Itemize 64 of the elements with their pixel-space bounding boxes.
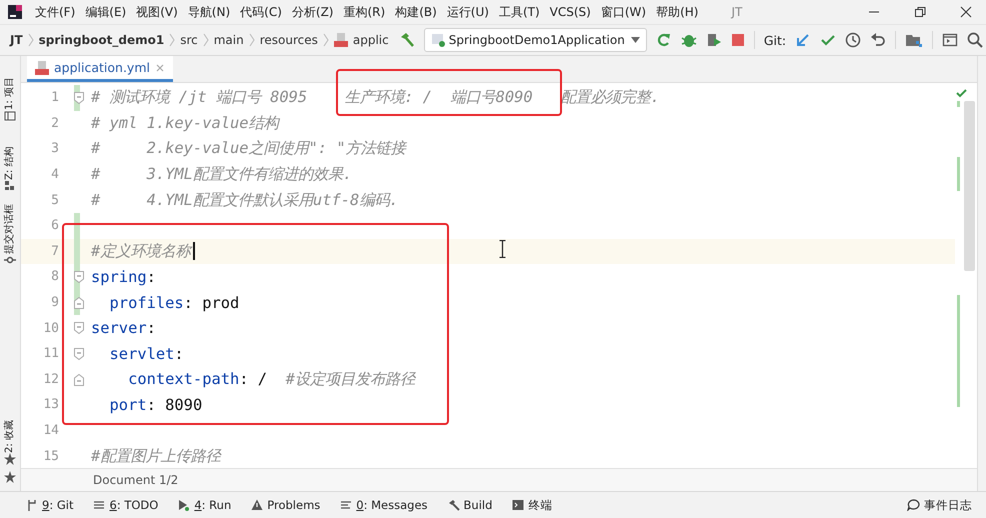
tool-window-button[interactable]: 0: Messages — [340, 498, 428, 512]
line-number: 6 — [50, 218, 59, 234]
code-line: # yml 1.key-value结构 — [91, 112, 279, 134]
breadcrumb[interactable]: resources — [260, 33, 318, 47]
line-number: 12 — [42, 372, 59, 387]
line-number: 10 — [42, 320, 59, 336]
breadcrumb[interactable]: src — [180, 33, 198, 47]
breadcrumb[interactable]: JT — [10, 33, 23, 47]
line-number: 15 — [42, 448, 59, 464]
tool-window-button[interactable]: 终端 — [512, 498, 552, 512]
code-line: # 2.key-value之间使用": "方法链接 — [91, 138, 406, 160]
code-line: # 测试环境 /jt 端口号 8095 生产环境: / 端口号8090 配置必须完整. — [91, 87, 660, 108]
breadcrumb[interactable]: main — [214, 33, 244, 47]
line-number: 2 — [50, 116, 59, 131]
tool-window-tab[interactable]: 1: 项目 — [2, 58, 18, 122]
menu-item[interactable]: 文件(F) — [30, 2, 80, 22]
code-line: # 3.YML配置文件有缩进的效果. — [91, 164, 352, 186]
git-label: Git: — [764, 32, 786, 48]
code-line: spring: — [91, 268, 156, 286]
breadcrumb[interactable]: applic — [352, 33, 389, 47]
code-line: context-path: / #设定项目发布路径 — [127, 368, 415, 390]
file-tab[interactable]: application.yml — [27, 56, 173, 82]
menu-item[interactable]: 构建(B) — [390, 2, 442, 22]
code-line: #配置图片上传路径 — [91, 446, 220, 467]
menu-item[interactable]: 帮助(H) — [651, 2, 704, 22]
line-number: 7 — [50, 244, 59, 259]
status-text: Document 1/2 — [93, 473, 178, 487]
line-number: 14 — [42, 423, 59, 438]
line-number: 3 — [50, 141, 59, 156]
line-number: 1 — [50, 90, 59, 106]
tool-window-tab[interactable]: 提交对话框 — [2, 198, 18, 266]
tool-window-button[interactable]: Problems — [251, 498, 320, 512]
line-number: 8 — [50, 269, 59, 284]
menu-item[interactable]: 分析(Z) — [286, 2, 338, 22]
window-title: JT — [731, 5, 744, 19]
line-number: 4 — [50, 167, 59, 182]
code-line: # 4.YML配置文件默认采用utf-8编码. — [91, 190, 399, 211]
tool-window-button[interactable]: 6: TODO — [93, 498, 158, 512]
tool-window-button[interactable]: 4: Run — [178, 498, 232, 512]
line-number: 9 — [50, 295, 59, 310]
menu-item[interactable]: 运行(U) — [442, 2, 494, 22]
tool-window-button[interactable]: Build — [448, 498, 492, 512]
menu-item[interactable]: 编辑(E) — [80, 2, 132, 22]
code-line: #定义环境名称 — [91, 240, 190, 262]
line-number: 13 — [42, 397, 59, 412]
run-configuration-dropdown[interactable]: SpringbootDemo1Application — [424, 28, 647, 52]
menu-item[interactable]: 导航(N) — [182, 2, 236, 22]
line-number: 11 — [42, 346, 59, 362]
code-line: server: — [91, 319, 156, 338]
code-line: profiles: prod — [108, 294, 240, 312]
breadcrumb[interactable]: springboot_demo1 — [38, 33, 164, 47]
menu-item[interactable]: 重构(R) — [338, 2, 390, 22]
menu-item[interactable]: 窗口(W) — [596, 2, 652, 22]
tool-window-tab[interactable]: Z: 结构 — [2, 128, 18, 192]
menu-item[interactable]: 工具(T) — [494, 2, 545, 22]
event-log-button[interactable]: 事件日志 — [907, 498, 972, 512]
tool-window-button[interactable]: 9: Git — [26, 498, 74, 512]
code-line: port: 8090 — [108, 396, 202, 414]
tool-window-tab[interactable]: 2: 收藏 — [2, 401, 18, 465]
menu-item[interactable]: VCS(S) — [544, 2, 596, 22]
menu-item[interactable]: 视图(V) — [131, 2, 183, 22]
code-line: servlet: — [108, 344, 184, 363]
line-number: 5 — [50, 192, 59, 208]
menu-item[interactable]: 代码(C) — [235, 2, 287, 22]
